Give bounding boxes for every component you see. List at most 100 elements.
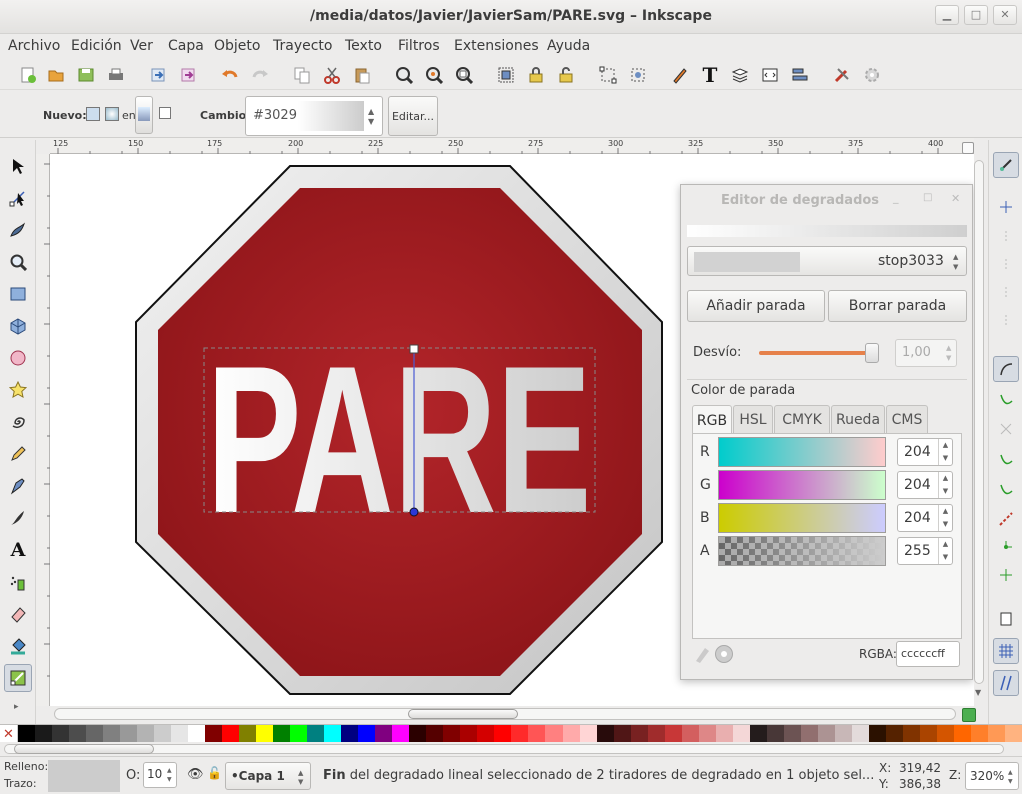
palette-swatch[interactable]: [715, 725, 733, 743]
tab-cmyk[interactable]: CMYK: [774, 405, 830, 433]
maximize-button[interactable]: □: [964, 5, 988, 25]
snap-bbox-icon[interactable]: [993, 194, 1019, 220]
snap-bbox-edges-icon[interactable]: [993, 224, 1019, 250]
opacity-spinbox[interactable]: 10 ▲ ▼: [143, 762, 177, 788]
edit-gradient-button[interactable]: Editar...: [388, 96, 438, 136]
palette-swatch[interactable]: [171, 725, 189, 743]
channel-a-slider[interactable]: [718, 536, 886, 566]
palette-swatch[interactable]: [154, 725, 172, 743]
channel-g-spinbox[interactable]: 204 ▲ ▼: [897, 471, 953, 499]
channel-r-slider[interactable]: [718, 437, 886, 467]
palette-swatch[interactable]: [834, 725, 852, 743]
open-icon[interactable]: [44, 63, 68, 87]
snap-paths-icon[interactable]: [993, 386, 1019, 412]
rgba-input[interactable]: ccccccff: [896, 641, 960, 667]
palette-swatch[interactable]: [902, 725, 920, 743]
preferences-icon[interactable]: [830, 63, 854, 87]
palette-swatch[interactable]: [953, 725, 971, 743]
tweak-tool-icon[interactable]: [4, 216, 32, 244]
palette-swatch[interactable]: [630, 725, 648, 743]
zoom-selection-icon[interactable]: [392, 63, 416, 87]
text-font-icon[interactable]: T: [698, 63, 722, 87]
palette-swatch[interactable]: [205, 725, 223, 743]
channel-b-slider[interactable]: [718, 503, 886, 533]
text-tool-icon[interactable]: A: [4, 536, 32, 564]
palette-swatch[interactable]: [647, 725, 665, 743]
pencil-tool-icon[interactable]: [4, 440, 32, 468]
ellipse-tool-icon[interactable]: [4, 344, 32, 372]
gradient-select[interactable]: #3029 ▲ ▼: [245, 96, 383, 136]
paste-icon[interactable]: [350, 63, 374, 87]
layer-select[interactable]: •Capa 1 ▲ ▼: [225, 762, 311, 790]
horizontal-scroll-thumb[interactable]: [408, 709, 518, 719]
zoom-spinbox[interactable]: 320% ▲ ▼: [965, 762, 1019, 790]
palette-swatch[interactable]: [562, 725, 580, 743]
tab-hsl[interactable]: HSL: [733, 405, 773, 433]
lock-guides-icon[interactable]: [962, 142, 974, 154]
minimize-button[interactable]: ▁: [935, 5, 959, 25]
menu-capa[interactable]: Capa: [168, 38, 204, 54]
palette-swatch[interactable]: [766, 725, 784, 743]
zoom-tool-icon[interactable]: [4, 248, 32, 276]
spin-arrows-icon[interactable]: ▲ ▼: [167, 766, 172, 784]
palette-swatch[interactable]: [392, 725, 410, 743]
palette-swatch[interactable]: [494, 725, 512, 743]
palette-swatch[interactable]: [868, 725, 886, 743]
palette-swatch[interactable]: [987, 725, 1005, 743]
calligraphy-tool-icon[interactable]: [4, 504, 32, 532]
fill-target-toggle[interactable]: [135, 96, 153, 134]
palette-swatch[interactable]: [528, 725, 546, 743]
snap-line-midpoints-icon[interactable]: [993, 506, 1019, 532]
stop-select[interactable]: stop3033 ▲ ▼: [687, 246, 967, 276]
vertical-scrollbar[interactable]: ▼: [974, 160, 986, 704]
palette-swatch[interactable]: [103, 725, 121, 743]
offset-slider-track[interactable]: [759, 351, 873, 355]
layers-icon[interactable]: [728, 63, 752, 87]
palette-swatch[interactable]: [698, 725, 716, 743]
scroll-down-icon[interactable]: ▼: [975, 688, 981, 697]
snap-toggle-icon[interactable]: [993, 152, 1019, 178]
redo-icon[interactable]: [248, 63, 272, 87]
channel-b-spinbox[interactable]: 204 ▲ ▼: [897, 504, 953, 532]
palette-swatch[interactable]: [222, 725, 240, 743]
paint-bucket-tool-icon[interactable]: [4, 632, 32, 660]
palette-swatch[interactable]: [579, 725, 597, 743]
palette-swatch[interactable]: [817, 725, 835, 743]
snap-rotation-centers-icon[interactable]: [993, 562, 1019, 588]
duplicate-icon[interactable]: [290, 63, 314, 87]
rectangle-tool-icon[interactable]: [4, 280, 32, 308]
node-select-icon[interactable]: [596, 63, 620, 87]
xml-editor-icon[interactable]: [668, 63, 692, 87]
palette-swatch[interactable]: [545, 725, 563, 743]
spin-arrows-icon[interactable]: ▲ ▼: [938, 439, 952, 465]
3d-box-tool-icon[interactable]: [4, 312, 32, 340]
menu-extensiones[interactable]: Extensiones: [454, 38, 539, 54]
palette-swatch[interactable]: [409, 725, 427, 743]
snap-nodes-icon[interactable]: [993, 356, 1019, 382]
toolbox-more-icon[interactable]: ▸: [14, 702, 19, 712]
snap-grid-icon[interactable]: [993, 638, 1019, 664]
snap-intersections-icon[interactable]: [993, 416, 1019, 442]
palette-swatch[interactable]: [885, 725, 903, 743]
zoom-drawing-icon[interactable]: [422, 63, 446, 87]
import-icon[interactable]: [146, 63, 170, 87]
spin-arrows-icon[interactable]: ▲ ▼: [938, 538, 952, 564]
export-icon[interactable]: [176, 63, 200, 87]
tab-cms[interactable]: CMS: [886, 405, 928, 433]
palette-swatch[interactable]: [239, 725, 257, 743]
offset-slider-thumb[interactable]: [865, 343, 879, 363]
close-button[interactable]: ✕: [993, 5, 1017, 25]
snap-cusp-nodes-icon[interactable]: [993, 446, 1019, 472]
menu-archivo[interactable]: Archivo: [8, 38, 60, 54]
gradient-tool-icon[interactable]: [4, 664, 32, 692]
color-managed-icon[interactable]: [715, 645, 733, 663]
snap-smooth-nodes-icon[interactable]: [993, 476, 1019, 502]
save-icon[interactable]: [74, 63, 98, 87]
channel-a-spinbox[interactable]: 255 ▲ ▼: [897, 537, 953, 565]
palette-swatch[interactable]: [358, 725, 376, 743]
menu-trayecto[interactable]: Trayecto: [273, 38, 332, 54]
palette-swatch[interactable]: [800, 725, 818, 743]
palette-swatch[interactable]: [137, 725, 155, 743]
eraser-tool-icon[interactable]: [4, 600, 32, 628]
zoom-page-icon[interactable]: [452, 63, 476, 87]
